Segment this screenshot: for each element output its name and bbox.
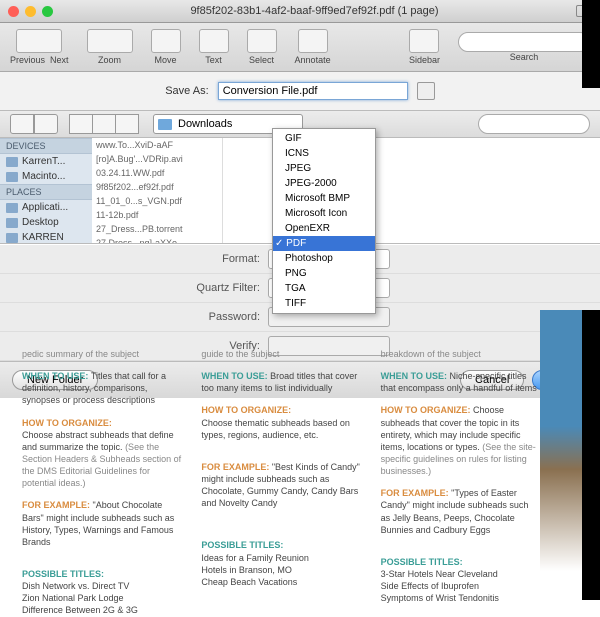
back-forward[interactable] bbox=[10, 114, 58, 134]
annotate-button[interactable]: Annotate bbox=[295, 29, 331, 65]
places-header: PLACES bbox=[0, 184, 92, 200]
file-row: 03.24.11.WW.pdf bbox=[92, 166, 222, 180]
sidebar: DEVICES KarrenT... Macinto... PLACES App… bbox=[0, 138, 92, 243]
format-option[interactable]: GIF bbox=[273, 131, 375, 146]
file-row: 27_Dress...PB.torrent bbox=[92, 222, 222, 236]
save-as-row: Save As: bbox=[0, 72, 600, 110]
file-row: 27.Dress...ng]-aXXo bbox=[92, 236, 222, 243]
format-option[interactable]: JPEG bbox=[273, 161, 375, 176]
select-button[interactable]: Select bbox=[247, 29, 277, 65]
traffic-lights[interactable] bbox=[8, 6, 53, 17]
file-row: 11-12b.pdf bbox=[92, 208, 222, 222]
text-button[interactable]: Text bbox=[199, 29, 229, 65]
file-row: www.To...XviD-aAF bbox=[92, 138, 222, 152]
format-option[interactable]: ICNS bbox=[273, 146, 375, 161]
sidebar-item[interactable]: KARREN bbox=[0, 230, 92, 243]
search-group[interactable]: Search bbox=[458, 32, 590, 62]
sidebar-item[interactable]: KarrenT... bbox=[0, 154, 92, 169]
nav-group[interactable]: Previous Next bbox=[10, 29, 69, 65]
expand-button[interactable] bbox=[417, 82, 435, 100]
format-option[interactable]: Microsoft BMP bbox=[273, 191, 375, 206]
format-option[interactable]: TGA bbox=[273, 281, 375, 296]
format-option[interactable]: Photoshop bbox=[273, 251, 375, 266]
view-mode[interactable] bbox=[70, 114, 139, 134]
file-column[interactable]: www.To...XviD-aAF [ro]A.Bug'...VDRip.avi… bbox=[92, 138, 223, 243]
title-bar: 9f85f202-83b1-4af2-baaf-9ff9ed7ef92f.pdf… bbox=[0, 0, 600, 23]
format-dropdown[interactable]: GIF ICNS JPEG JPEG-2000 Microsoft BMP Mi… bbox=[272, 128, 376, 314]
document-content: pedic summary of the subject WHEN TO USE… bbox=[22, 348, 540, 617]
sidebar-item[interactable]: Desktop bbox=[0, 215, 92, 230]
sidebar-button[interactable]: Sidebar bbox=[409, 29, 440, 65]
move-button[interactable]: Move bbox=[151, 29, 181, 65]
sidebar-item[interactable]: Applicati... bbox=[0, 200, 92, 215]
toolbar: Previous Next Zoom Move Text Select Anno… bbox=[0, 23, 600, 72]
save-as-input[interactable] bbox=[218, 82, 408, 100]
browser-search[interactable] bbox=[478, 114, 590, 134]
file-row: 11_01_0...s_VGN.pdf bbox=[92, 194, 222, 208]
format-option[interactable]: TIFF bbox=[273, 296, 375, 311]
format-option[interactable]: OpenEXR bbox=[273, 221, 375, 236]
save-as-label: Save As: bbox=[165, 85, 208, 97]
format-option[interactable]: PNG bbox=[273, 266, 375, 281]
devices-header: DEVICES bbox=[0, 138, 92, 154]
file-row: 9f85f202...ef92f.pdf bbox=[92, 180, 222, 194]
file-row: [ro]A.Bug'...VDRip.avi bbox=[92, 152, 222, 166]
format-option[interactable]: Microsoft Icon bbox=[273, 206, 375, 221]
zoom-button[interactable]: Zoom bbox=[87, 29, 133, 65]
format-option[interactable]: JPEG-2000 bbox=[273, 176, 375, 191]
format-option-selected[interactable]: PDF bbox=[273, 236, 375, 251]
window-title: 9f85f202-83b1-4af2-baaf-9ff9ed7ef92f.pdf… bbox=[53, 5, 576, 17]
sidebar-item[interactable]: Macinto... bbox=[0, 169, 92, 184]
